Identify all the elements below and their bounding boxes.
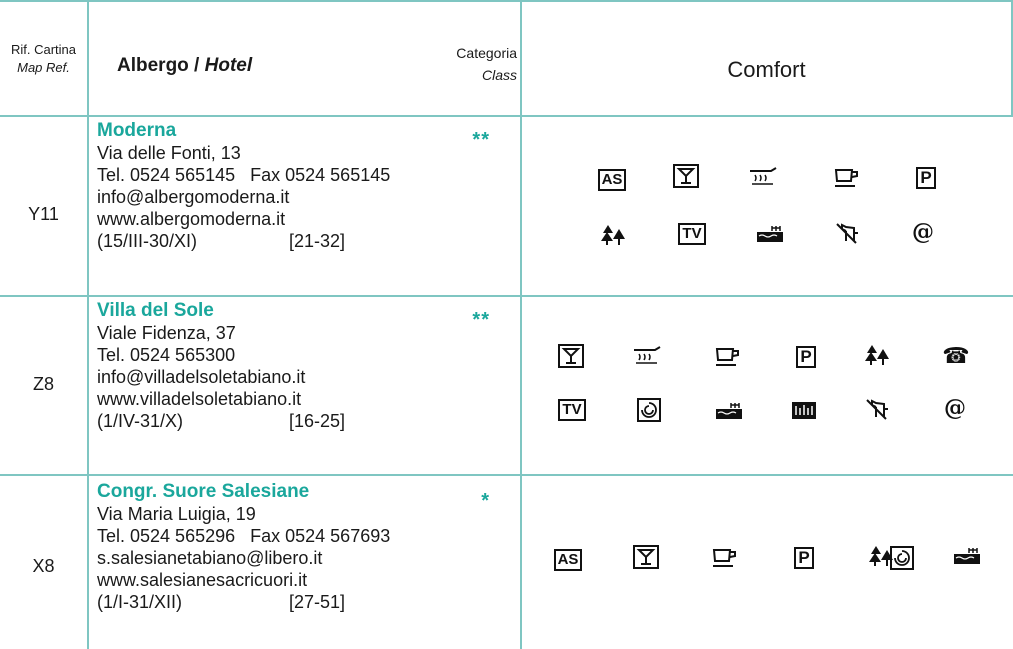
hotel-phone: Tel. 0524 565300 [97, 345, 236, 365]
map-ref: Z8 [32, 374, 54, 394]
gym-icon [789, 397, 819, 423]
parking-icon: P [791, 344, 821, 370]
row-divider [0, 115, 1013, 117]
bar-icon [556, 343, 586, 369]
breakfast-icon [710, 545, 740, 571]
header-hotel-label: Albergo / [117, 55, 205, 76]
header-class: Categoria Class [427, 42, 517, 86]
phone-icon: ☎ [942, 343, 970, 368]
hotel-phone: Tel. 0524 565145 Fax 0524 565145 [97, 165, 391, 185]
hotel-stars: * [481, 490, 490, 512]
tv-icon: TV [557, 397, 587, 423]
header-class-label: Categoria [456, 45, 517, 61]
breakfast-icon [832, 165, 862, 191]
column-divider [520, 0, 522, 649]
hotel-period: (1/I-31/XII) [97, 592, 183, 612]
thermal-icon [632, 344, 662, 370]
pool-icon [714, 398, 744, 424]
row-divider [0, 474, 1013, 476]
as-icon: AS [553, 547, 583, 573]
header-class-label-en: Class [481, 67, 517, 83]
hotel-beds: [16-25] [289, 411, 346, 431]
header-map-ref: Rif. Cartina Map Ref. [0, 0, 87, 117]
bar-icon [631, 544, 661, 570]
hotel-stars: ** [472, 129, 490, 151]
pool-icon [952, 543, 982, 569]
header-ref-label-en: Map Ref. [17, 59, 70, 75]
at-icon: @ [944, 395, 966, 421]
pets-icon [832, 220, 862, 246]
hotel-email[interactable]: info@albergomoderna.it [97, 186, 517, 208]
parking-icon: P [911, 165, 941, 191]
conditioning-icon [887, 545, 917, 571]
pets-icon [862, 396, 892, 422]
hotel-stars: ** [472, 309, 490, 331]
hotel-beds: [21-32] [289, 231, 346, 251]
map-ref: Y11 [28, 204, 59, 224]
header-ref-label: Rif. Cartina [10, 41, 77, 57]
hotel-email[interactable]: s.salesianetabiano@libero.it [97, 547, 517, 569]
at-icon: @ [912, 219, 934, 245]
conditioning-icon [634, 397, 664, 423]
column-divider [87, 0, 89, 649]
hotel-period: (1/IV-31/X) [97, 411, 184, 431]
hotel-beds: [27-51] [289, 592, 346, 612]
hotel-website[interactable]: www.albergomoderna.it [97, 208, 517, 230]
header-hotel: Albergo / Hotel [117, 55, 252, 77]
row-divider [0, 295, 1013, 297]
thermal-icon [748, 165, 778, 191]
parking-icon: P [789, 545, 819, 571]
map-ref: X8 [32, 556, 55, 576]
hotel-website[interactable]: www.salesianesacricuori.it [97, 569, 517, 591]
bar-icon [671, 163, 701, 189]
hotel-email[interactable]: info@villadelsoletabiano.it [97, 366, 517, 388]
garden-icon [598, 222, 628, 248]
breakfast-icon [713, 344, 743, 370]
tv-icon: TV [677, 221, 707, 247]
as-icon: AS [597, 167, 627, 193]
hotel-table: Rif. Cartina Map Ref. Albergo / Hotel Ca… [0, 0, 1013, 649]
hotel-period: (15/III-30/XI) [97, 231, 198, 251]
garden-icon [862, 342, 892, 368]
header-hotel-label-en: Hotel [204, 55, 253, 76]
hotel-website[interactable]: www.villadelsoletabiano.it [97, 388, 517, 410]
header-comfort: Comfort [727, 57, 806, 82]
hotel-phone: Tel. 0524 565296 Fax 0524 567693 [97, 526, 391, 546]
pool-icon [755, 221, 785, 247]
row-divider [0, 0, 1013, 2]
